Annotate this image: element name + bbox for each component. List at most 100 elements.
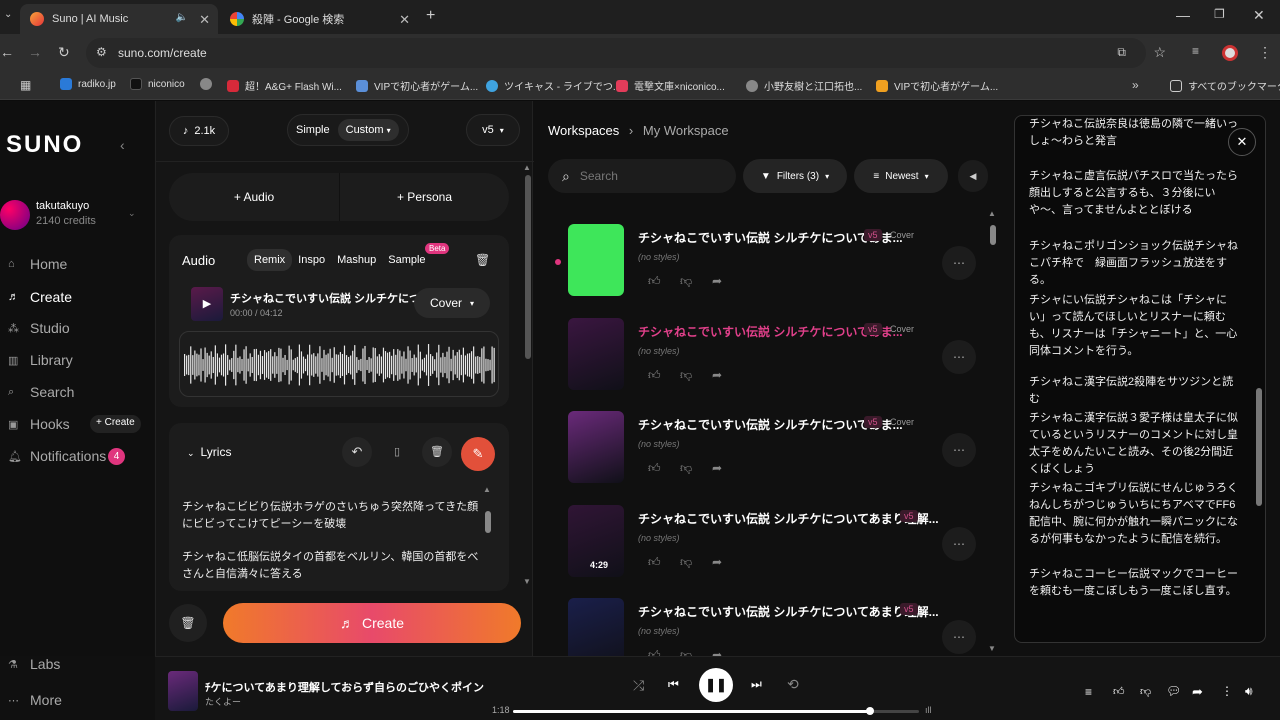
- nav-home[interactable]: ⌂ Home: [8, 256, 67, 272]
- dislike-icon[interactable]: 👎︎: [680, 461, 692, 476]
- song-thumbnail[interactable]: [568, 224, 624, 296]
- apps-icon[interactable]: ▦: [20, 79, 31, 91]
- previous-icon[interactable]: ⏮︎: [668, 677, 679, 692]
- cover-dropdown[interactable]: Cover ▾: [414, 288, 490, 318]
- song-row[interactable]: チシャねこでいすい伝説 シルチケについてあまり理解... (no styles) v…: [568, 505, 1008, 587]
- bookmark[interactable]: ツイキャス - ライブでつ...: [486, 78, 621, 93]
- collapse-icon[interactable]: ‹: [120, 137, 125, 153]
- song-more-button[interactable]: ⋯: [942, 433, 976, 467]
- player-thumb[interactable]: [168, 671, 198, 711]
- nav-more[interactable]: ⋯ More: [8, 692, 62, 708]
- panel-scrollbar[interactable]: [525, 175, 531, 359]
- chevron-icon[interactable]: »: [1132, 79, 1139, 91]
- song-thumbnail[interactable]: [568, 411, 624, 483]
- more-icon[interactable]: ⋮: [1221, 684, 1233, 698]
- mode-simple[interactable]: Simple: [296, 124, 330, 136]
- lyrics-scrollbar[interactable]: [485, 511, 491, 533]
- dislike-icon[interactable]: 👎︎: [680, 368, 692, 383]
- song-row[interactable]: チシャねこでいすい伝説 シルチケについてあま... (no styles) v5 Co…: [568, 411, 1008, 493]
- bookmark[interactable]: VIPで初心者がゲーム...: [876, 78, 998, 93]
- song-title[interactable]: チシャねこでいすい伝説 シルチケについてあま...: [638, 323, 903, 340]
- tab-remix[interactable]: Remix: [247, 249, 293, 271]
- close-tab-icon[interactable]: ✕: [399, 12, 410, 28]
- filters-button[interactable]: ▼ Filters (3) ▾: [743, 159, 847, 193]
- like-icon[interactable]: 👍︎: [648, 555, 661, 570]
- new-tab-icon[interactable]: +: [426, 8, 435, 24]
- copy-icon[interactable]: ▯: [382, 437, 412, 467]
- lyrics-toggle[interactable]: ⌄ Lyrics: [187, 445, 231, 459]
- song-title[interactable]: チシャねこでいすい伝説 シルチケについてあま...: [638, 229, 903, 246]
- maximize-icon[interactable]: ❐: [1214, 8, 1225, 20]
- like-icon[interactable]: 👍︎: [1113, 685, 1125, 698]
- volume-icon[interactable]: 🔊︎: [1245, 684, 1253, 699]
- back-arrow-icon[interactable]: ←: [0, 45, 14, 59]
- bookmark[interactable]: niconico: [130, 78, 185, 90]
- forward-arrow-icon[interactable]: →: [28, 45, 42, 59]
- dislike-icon[interactable]: 👎︎: [680, 274, 692, 289]
- lyrics-overlay-scrollbar[interactable]: [1256, 388, 1262, 506]
- close-icon[interactable]: ✕: [1228, 128, 1256, 156]
- song-title[interactable]: チシャねこでいすい伝説 シルチケについてあまり理解...: [638, 603, 939, 620]
- like-icon[interactable]: 👍︎: [648, 368, 661, 383]
- waveform[interactable]: [179, 331, 499, 397]
- bookmark[interactable]: VIPで初心者がゲーム...: [356, 78, 478, 93]
- close-window-icon[interactable]: ✕: [1253, 8, 1265, 22]
- tab-list-icon[interactable]: ⌄: [4, 10, 12, 20]
- nav-studio[interactable]: ⁂ Studio: [8, 320, 70, 336]
- dislike-icon[interactable]: 👎︎: [680, 555, 692, 570]
- bookmark[interactable]: 小野友樹と江口拓也...: [746, 78, 862, 93]
- nav-library[interactable]: ▥ Library: [8, 352, 73, 368]
- song-thumbnail[interactable]: [568, 318, 624, 390]
- profile-icon[interactable]: [1222, 45, 1238, 61]
- site-settings-icon[interactable]: ⚙: [96, 45, 107, 59]
- speaker-icon[interactable]: 🔈: [176, 12, 188, 23]
- song-more-button[interactable]: ⋯: [942, 620, 976, 654]
- lyrics-text[interactable]: チシャねこビビり伝説ホラゲのさいちゅう突然降ってきた顔にビビってこけてピーシーを…: [182, 499, 482, 583]
- trash-icon[interactable]: 🗑︎: [475, 253, 490, 267]
- account-chevron-icon[interactable]: ⌄: [128, 208, 136, 219]
- nav-notifications[interactable]: 🔔︎ Notifications: [8, 448, 106, 464]
- shuffle-icon[interactable]: ⤮: [633, 677, 644, 694]
- version-select[interactable]: v5 ▾: [466, 114, 520, 146]
- chevron-left-icon[interactable]: ◀: [958, 160, 988, 192]
- tab-suno[interactable]: Suno | AI Music 🔈 ✕: [20, 4, 218, 34]
- repeat-icon[interactable]: ⟲: [787, 676, 799, 693]
- queue-icon[interactable]: ≡: [1085, 685, 1092, 699]
- bookmark[interactable]: radiko.jp: [60, 78, 116, 90]
- tab-sample[interactable]: Sample: [382, 249, 431, 271]
- share-icon[interactable]: ➦: [712, 555, 722, 569]
- reload-icon[interactable]: ↻: [58, 45, 70, 59]
- undo-icon[interactable]: ↶: [342, 437, 372, 467]
- song-row[interactable]: チシャねこでいすい伝説 シルチケについてあま... (no styles) v5 Co…: [568, 224, 1008, 306]
- suno-logo[interactable]: SUNO: [6, 131, 83, 159]
- song-more-button[interactable]: ⋯: [942, 340, 976, 374]
- tab-google[interactable]: 殺陣 - Google 検索 ✕: [220, 4, 418, 34]
- scroll-up-icon[interactable]: ▲: [988, 209, 996, 218]
- share-icon[interactable]: ➦: [712, 368, 722, 382]
- clear-lyrics-icon[interactable]: 🗑︎: [422, 437, 452, 467]
- comment-icon[interactable]: 💬︎: [1166, 684, 1181, 698]
- close-tab-icon[interactable]: ✕: [199, 12, 210, 28]
- magic-wand-button[interactable]: ✎: [461, 437, 495, 471]
- progress-knob[interactable]: [866, 707, 875, 715]
- song-title[interactable]: チシャねこでいすい伝説 シルチケについてあま...: [638, 416, 903, 433]
- mode-custom[interactable]: Custom ▾: [337, 119, 399, 141]
- bookmark[interactable]: 超！A&G+ Flash Wi...: [227, 78, 342, 93]
- install-icon[interactable]: ⧉: [1117, 45, 1126, 60]
- tab-inspo[interactable]: Inspo: [292, 249, 331, 271]
- progress-track[interactable]: [513, 707, 919, 715]
- minimize-icon[interactable]: —: [1176, 8, 1190, 22]
- nav-hooks[interactable]: ▣ Hooks: [8, 416, 70, 432]
- player-artist[interactable]: たくよー: [205, 695, 241, 708]
- sort-button[interactable]: ≡ Newest ▾: [854, 159, 948, 193]
- like-icon[interactable]: 👍︎: [648, 274, 661, 289]
- nav-create[interactable]: ♬ Create: [8, 289, 72, 305]
- song-row[interactable]: チシャねこでいすい伝説 シルチケについてあま... (no styles) v5 Co…: [568, 318, 1008, 400]
- like-icon[interactable]: 👍︎: [648, 461, 661, 476]
- scroll-up-icon[interactable]: ▲: [523, 163, 531, 172]
- credits-pill[interactable]: ♪ 2.1k: [169, 116, 229, 146]
- add-persona-button[interactable]: + Persona: [340, 173, 509, 221]
- scroll-up-icon[interactable]: ▲: [483, 485, 491, 494]
- next-icon[interactable]: ⏭︎: [751, 677, 762, 692]
- waveform-toggle-icon[interactable]: ıll: [925, 705, 932, 715]
